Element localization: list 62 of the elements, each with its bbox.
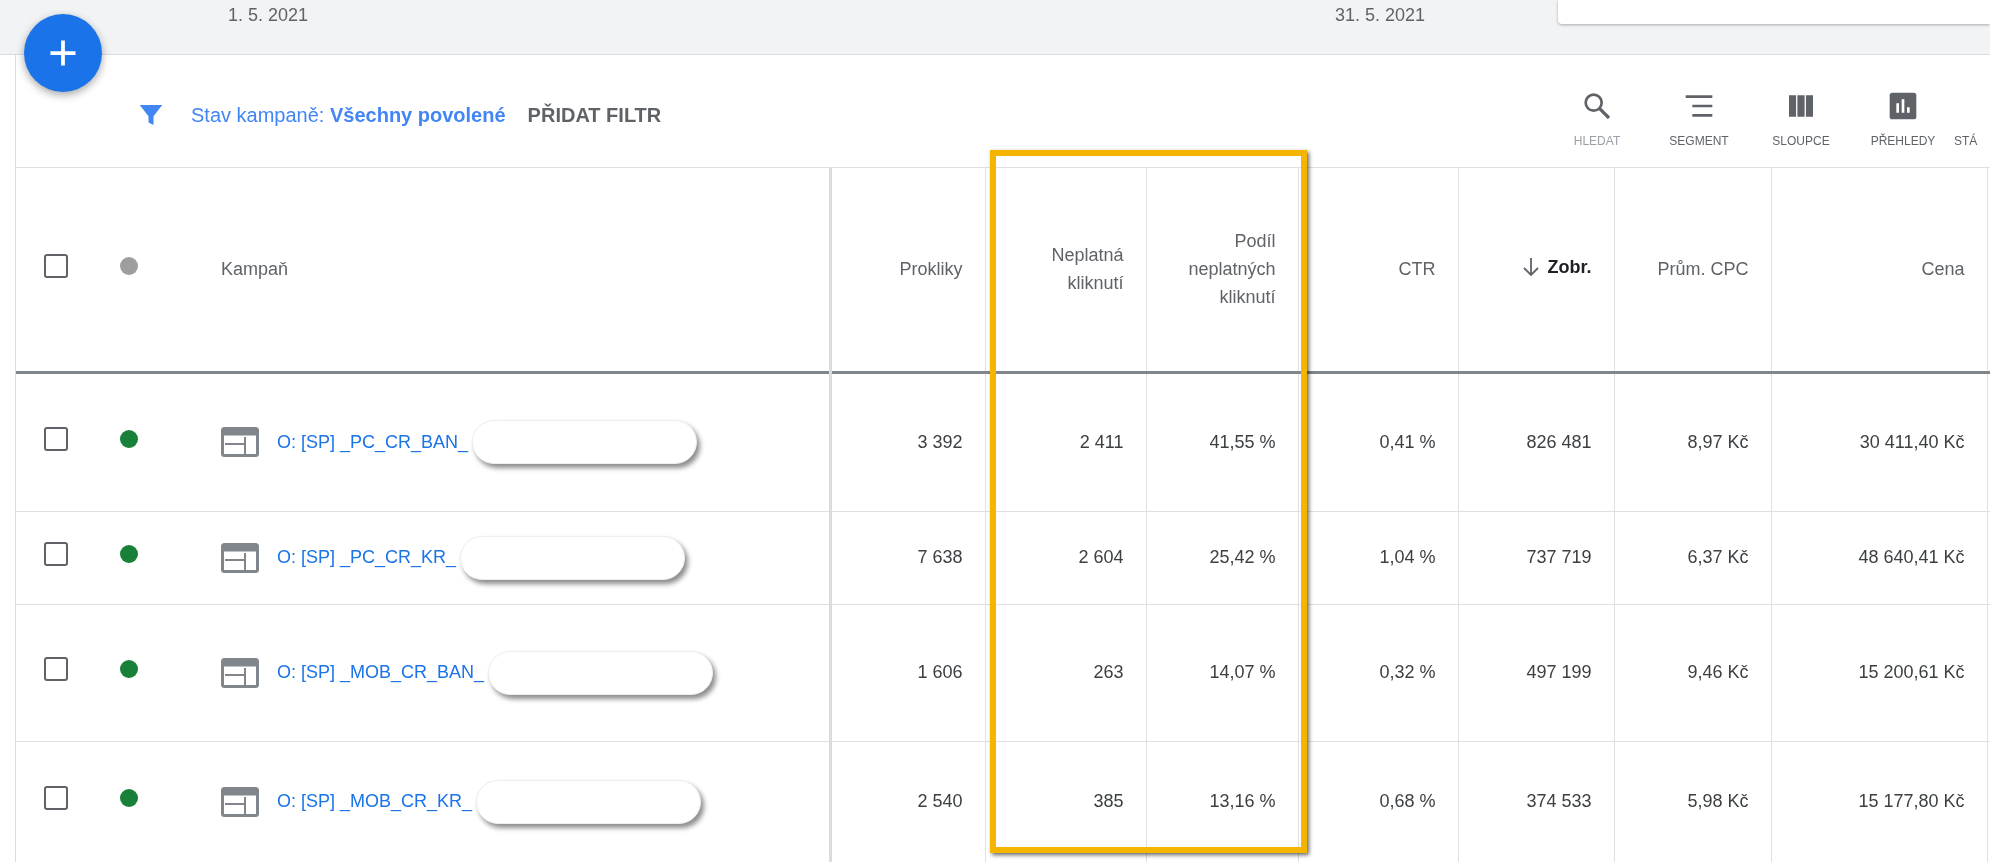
column-header[interactable]: Podíl neplatných kliknutí: [1156, 227, 1276, 312]
toolbar-button[interactable]: SLOUPCE: [1750, 55, 1852, 168]
table-cell: 497 199: [1526, 662, 1592, 682]
table-cell: 374 533: [1526, 791, 1592, 811]
date-text: 1. 5. 2021: [228, 4, 309, 27]
toolbar-button[interactable]: PŘEHLEDY: [1852, 55, 1954, 168]
table-cell: 48 640,41 Kč: [1858, 547, 1965, 567]
column-header[interactable]: Kampaň: [221, 255, 289, 284]
display-ad-icon: [221, 427, 259, 457]
table-cell: 737 719: [1526, 547, 1592, 567]
table-cell: 9,46 Kč: [1687, 662, 1749, 682]
table-cell: 15 177,80 Kč: [1858, 791, 1965, 811]
filter-chip[interactable]: Stav kampaně: Všechny povolené: [191, 100, 506, 130]
table-cell: 2 604: [1078, 547, 1124, 567]
display-ad-icon: [221, 542, 259, 573]
table-cell: 0,41 %: [1379, 431, 1436, 452]
campaign-link[interactable]: O: [SP] _PC_CR_BAN_: [277, 428, 469, 456]
table-cell: 5,98 Kč: [1687, 791, 1749, 811]
table-cell: 8,97 Kč: [1687, 431, 1749, 452]
campaign-link[interactable]: O: [SP] _PC_CR_KR_: [277, 544, 457, 571]
table-cell: 25,42 %: [1209, 547, 1276, 567]
column-header[interactable]: Prokliky: [899, 255, 963, 284]
add-button[interactable]: [24, 14, 102, 92]
table-cell: 14,07 %: [1209, 662, 1276, 682]
date-text: 31. 5. 2021: [1335, 4, 1426, 27]
checkbox[interactable]: [44, 657, 68, 681]
table-cell: 0,68 %: [1379, 791, 1436, 811]
display-ad-icon: [221, 657, 259, 688]
column-header[interactable]: Cena: [1921, 255, 1965, 284]
table-cell: 1,04 %: [1379, 547, 1436, 567]
plus-icon: [48, 38, 78, 68]
add-filter-button[interactable]: PŘIDAT FILTR: [527, 100, 662, 130]
table-cell: 3 392: [917, 431, 963, 452]
column-header[interactable]: CTR: [1398, 255, 1436, 284]
table-cell: 41,55 %: [1209, 431, 1276, 452]
column-header[interactable]: Neplatná kliknutí: [995, 241, 1124, 298]
campaign-link[interactable]: O: [SP] _MOB_CR_KR_: [277, 788, 473, 815]
down-arrow-icon: [1521, 257, 1540, 278]
table-cell: 385: [1093, 791, 1124, 811]
table-cell: 2 540: [917, 791, 963, 811]
table-cell: 6,37 Kč: [1687, 547, 1749, 567]
toolbar-button[interactable]: STÁ: [1954, 55, 1990, 168]
table-cell: 2 411: [1079, 431, 1124, 452]
table-cell: 30 411,40 Kč: [1859, 431, 1965, 452]
bar-chart-icon: [1887, 90, 1919, 122]
display-ad-icon: [221, 786, 259, 817]
toolbar-button[interactable]: SEGMENT: [1648, 55, 1750, 168]
table-cell: 1 606: [917, 662, 963, 682]
checkbox[interactable]: [44, 253, 68, 278]
table-cell: 7 638: [917, 547, 963, 567]
table-cell: 263: [1093, 662, 1124, 682]
checkbox[interactable]: [44, 786, 68, 810]
campaign-link[interactable]: O: [SP] _MOB_CR_BAN_: [277, 659, 485, 686]
table-cell: 15 200,61 Kč: [1858, 662, 1965, 682]
table-cell: 13,16 %: [1209, 791, 1276, 811]
column-header[interactable]: Zobr.: [1521, 253, 1592, 282]
checkbox[interactable]: [44, 542, 68, 566]
table-cell: 826 481: [1526, 431, 1592, 452]
table-cell: 0,32 %: [1379, 662, 1436, 682]
checkbox[interactable]: [44, 426, 68, 451]
search-icon: [1581, 90, 1613, 122]
column-header[interactable]: Prům. CPC: [1657, 255, 1749, 284]
